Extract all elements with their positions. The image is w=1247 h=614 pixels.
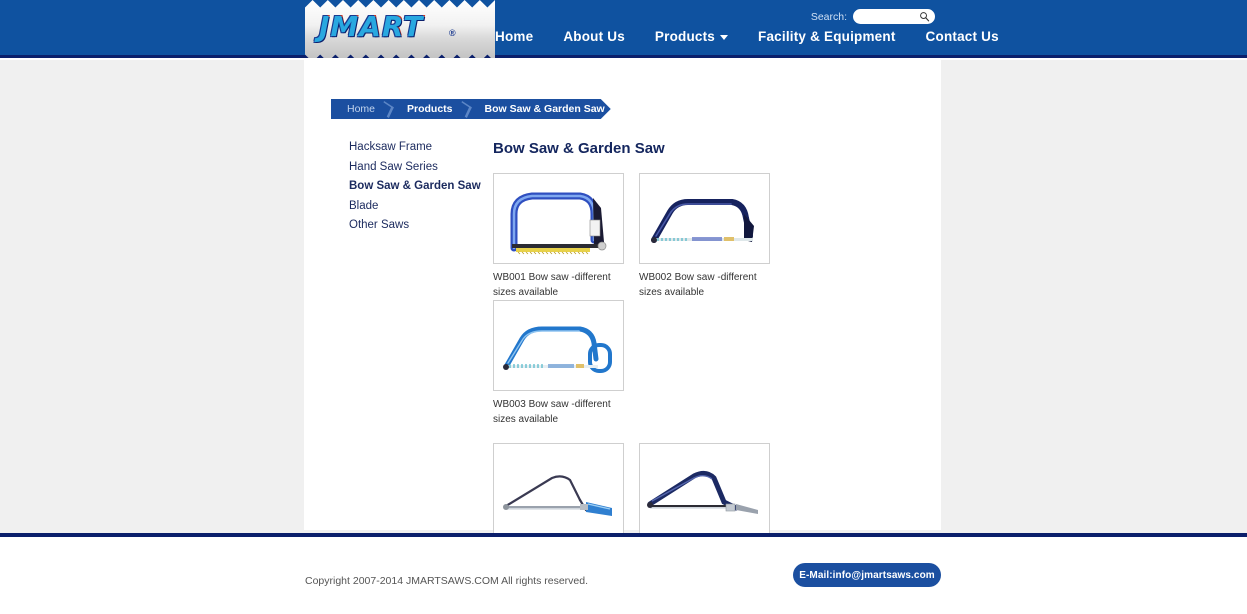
breadcrumb: Home Products Bow Saw & Garden Saw	[331, 99, 611, 119]
nav-item-about-us[interactable]: About Us	[563, 29, 625, 44]
sidebar-item-blade[interactable]: Blade	[349, 197, 499, 217]
nav-label: Home	[495, 29, 534, 44]
product-thumbnail-wg002[interactable]	[639, 443, 770, 534]
product-card-wb002: WB002 Bow saw -different sizes available	[639, 173, 785, 300]
search-box[interactable]	[853, 9, 935, 24]
nav-label: About Us	[563, 29, 625, 44]
site-logo[interactable]: JMART ®	[305, 0, 495, 62]
site-header: JMART ® Home About Us Products Facility …	[0, 0, 1247, 62]
nav-label: Facility & Equipment	[758, 29, 896, 44]
search-icon[interactable]	[919, 11, 930, 22]
nav-item-home[interactable]: Home	[495, 29, 533, 44]
product-thumbnail-wb002[interactable]	[639, 173, 770, 264]
nav-item-contact-us[interactable]: Contact Us	[926, 29, 999, 44]
product-grid-row-1: WB001 Bow saw -different sizes available	[493, 173, 923, 427]
page-title: Bow Saw & Garden Saw	[493, 140, 665, 157]
nav-label: Products	[654, 29, 716, 44]
copyright-text: Copyright 2007-2014 JMARTSAWS.COM All ri…	[305, 575, 589, 587]
product-card-wb001: WB001 Bow saw -different sizes available	[493, 173, 639, 300]
content-column: Home Products Bow Saw & Garden Saw Hacks…	[304, 58, 941, 614]
email-button[interactable]: E-Mail:info@jmartsaws.com	[793, 563, 941, 587]
garden-saw-navy-frame-icon	[647, 470, 758, 514]
breadcrumb-item-home[interactable]: Home	[331, 99, 381, 119]
category-sidebar: Hacksaw Frame Hand Saw Series Bow Saw & …	[349, 138, 499, 236]
sidebar-item-bow-saw-garden-saw[interactable]: Bow Saw & Garden Saw	[349, 177, 499, 197]
sidebar-item-hacksaw-frame[interactable]: Hacksaw Frame	[349, 138, 499, 158]
main-navigation: Home About Us Products Facility & Equipm…	[495, 29, 999, 44]
search-area: Search:	[811, 9, 935, 24]
product-caption-wb002[interactable]: WB002 Bow saw -different sizes available	[639, 271, 767, 300]
product-thumbnail-wb001[interactable]	[493, 173, 624, 264]
nav-item-facility-equipment[interactable]: Facility & Equipment	[758, 29, 896, 44]
chevron-down-icon	[720, 35, 729, 40]
sidebar-item-other-saws[interactable]: Other Saws	[349, 216, 499, 236]
search-label: Search:	[810, 10, 847, 23]
garden-saw-thin-blue-handle-icon	[503, 475, 612, 516]
sidebar-item-hand-saw-series[interactable]: Hand Saw Series	[349, 158, 499, 178]
site-footer: Copyright 2007-2014 JMARTSAWS.COM All ri…	[0, 537, 1247, 614]
breadcrumb-item-products[interactable]: Products	[395, 99, 459, 119]
logo-wordmark: JMART	[319, 10, 424, 43]
nav-item-products[interactable]: Products	[654, 29, 729, 44]
bow-saw-light-blue-icon	[503, 326, 612, 373]
nav-label: Contact Us	[925, 29, 999, 44]
breadcrumb-chevron-icon	[459, 99, 473, 119]
search-input[interactable]	[859, 9, 919, 24]
bow-saw-blue-yellow-blade-icon	[510, 192, 607, 255]
product-caption-wb001[interactable]: WB001 Bow saw -different sizes available	[493, 271, 621, 300]
breadcrumb-chevron-icon	[381, 99, 395, 119]
breadcrumb-item-current: Bow Saw & Garden Saw	[484, 103, 605, 115]
registered-mark-icon: ®	[449, 28, 456, 38]
product-card-wb003: WB003 Bow saw -different sizes available	[493, 300, 639, 427]
product-thumbnail-wb003[interactable]	[493, 300, 624, 391]
bow-saw-navy-icon	[651, 199, 754, 243]
page-root: JMART ® Home About Us Products Facility …	[0, 0, 1247, 614]
product-thumbnail-wg001[interactable]	[493, 443, 624, 534]
product-caption-wb003[interactable]: WB003 Bow saw -different sizes available	[493, 398, 621, 427]
